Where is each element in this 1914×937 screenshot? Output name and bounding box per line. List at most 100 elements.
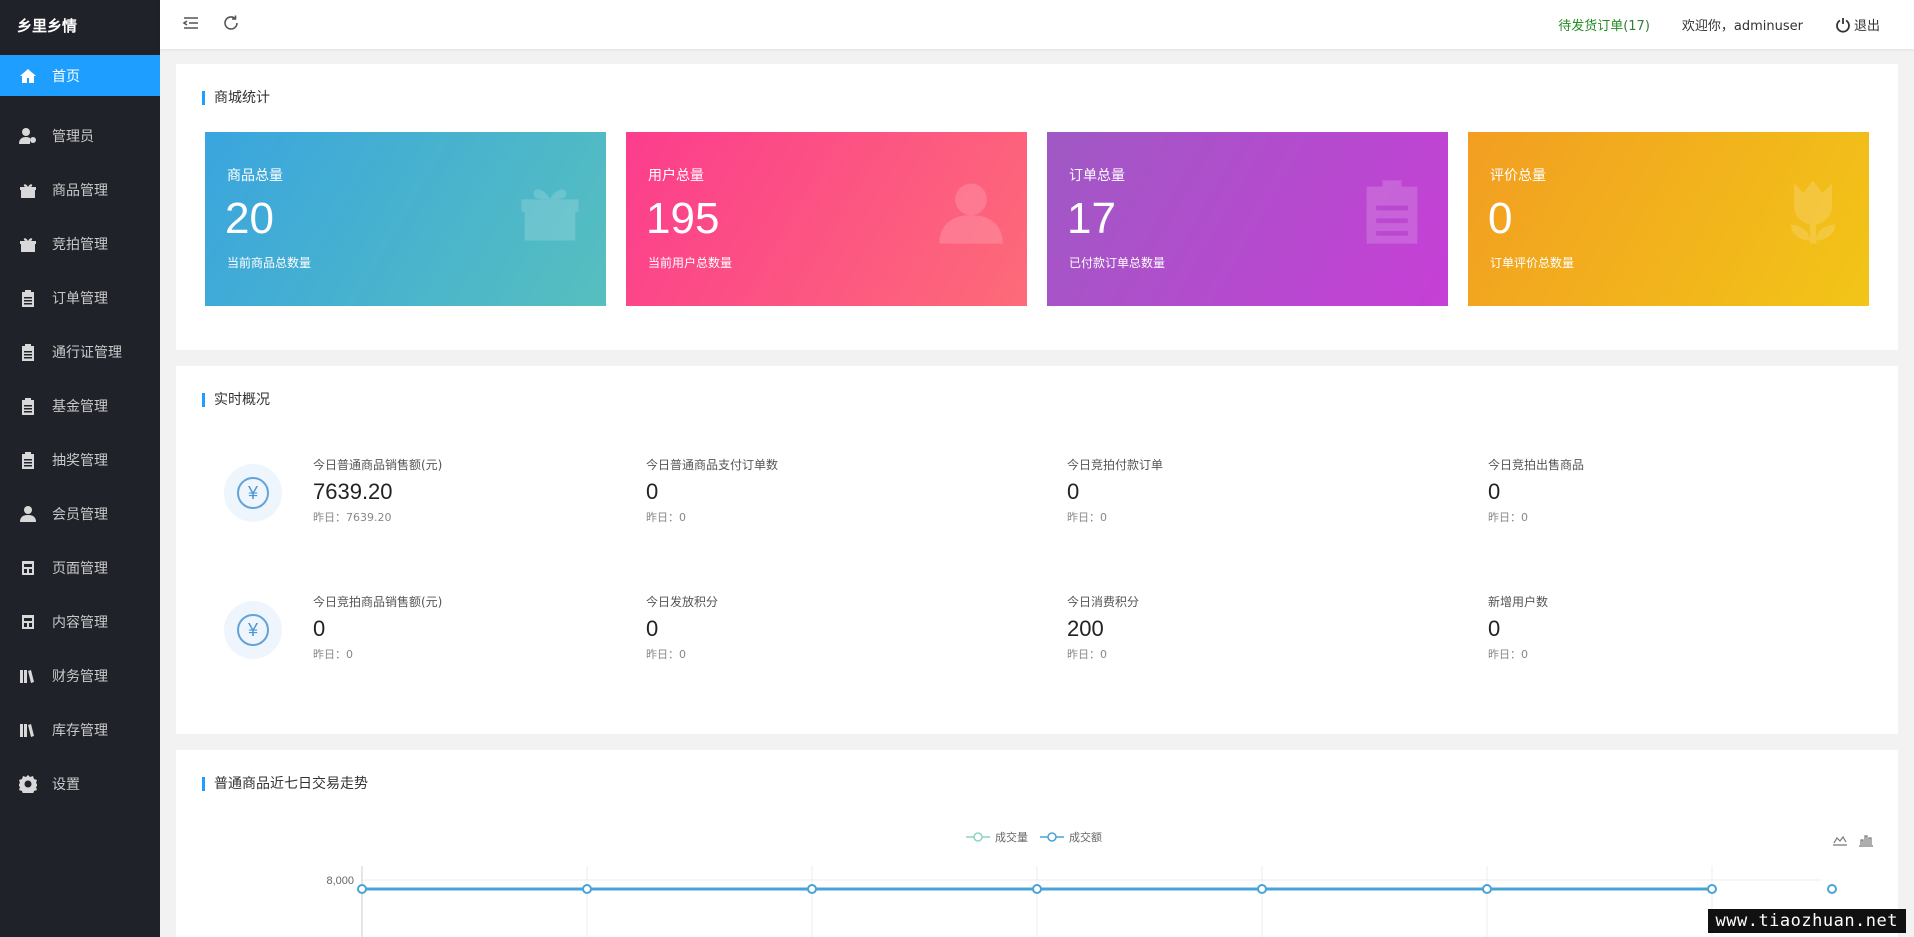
trend-panel: 普通商品近七日交易走势 成交量 成交额 8,000 <box>176 750 1898 937</box>
metric-auction-sold: 今日竞拍出售商品 0 昨日：0 <box>1488 456 1584 525</box>
data-point <box>1032 884 1042 895</box>
metric-label: 新增用户数 <box>1488 595 1549 609</box>
metric-yesterday: 昨日：0 <box>646 648 686 661</box>
data-point <box>582 884 592 895</box>
books-icon <box>18 721 38 739</box>
stat-card-products[interactable]: 商品总量 20 当前商品总数量 <box>205 132 606 306</box>
realtime-title: 实时概况 <box>202 393 270 407</box>
metric-label: 今日发放积分 <box>646 595 719 609</box>
stat-card-sub: 当前用户总数量 <box>648 256 733 270</box>
sidebar-item-11[interactable]: 财务管理 <box>0 649 160 703</box>
sidebar-item-8[interactable]: 会员管理 <box>0 487 160 541</box>
sidebar-item-4[interactable]: 订单管理 <box>0 271 160 325</box>
sidebar-item-10[interactable]: 内容管理 <box>0 595 160 649</box>
metric-auction-orders: 今日竞拍付款订单 0 昨日：0 <box>1067 456 1163 525</box>
gift-icon <box>512 174 588 250</box>
yen-symbol: ¥ <box>237 614 269 646</box>
tulip-icon <box>1775 174 1851 250</box>
sidebar-item-1[interactable]: 管理员 <box>0 109 160 163</box>
metric-yesterday: 昨日：0 <box>1488 511 1528 524</box>
stat-card-sub: 已付款订单总数量 <box>1069 256 1166 270</box>
metric-label: 今日消费积分 <box>1067 595 1140 609</box>
metric-label: 今日普通商品支付订单数 <box>646 458 779 472</box>
sidebar-item-label: 设置 <box>52 777 80 793</box>
sidebar-item-12[interactable]: 库存管理 <box>0 703 160 757</box>
sidebar-item-label: 基金管理 <box>52 399 108 415</box>
metric-label: 今日竞拍付款订单 <box>1067 458 1164 472</box>
metric-new-users: 新增用户数 0 昨日：0 <box>1488 593 1548 662</box>
metric-yesterday: 昨日：0 <box>313 648 353 661</box>
logout-label: 退出 <box>1853 19 1880 34</box>
collapse-sidebar-icon[interactable] <box>182 14 202 34</box>
home-icon <box>18 67 38 85</box>
sidebar-item-9[interactable]: 页面管理 <box>0 541 160 595</box>
stat-card-value: 0 <box>1488 194 1513 243</box>
sidebar-item-label: 管理员 <box>52 129 94 145</box>
sidebar-item-label: 订单管理 <box>52 291 108 307</box>
sidebar-item-label: 库存管理 <box>52 723 108 739</box>
clipboard-icon <box>18 451 38 469</box>
sidebar: 乡里乡情 首页管理员商品管理 竞拍管理订单管理通行证管理基金管理抽奖管理会员管理页… <box>0 0 160 937</box>
metric-value: 0 <box>646 616 659 641</box>
pending-orders-link[interactable]: 待发货订单(17) <box>1558 15 1650 34</box>
gift-icon <box>18 235 38 253</box>
metric-value: 0 <box>1488 479 1501 504</box>
stat-card-orders[interactable]: 订单总量 17 已付款订单总数量 <box>1047 132 1448 306</box>
metric-value: 0 <box>1067 479 1080 504</box>
stat-card-value: 195 <box>646 194 720 243</box>
sidebar-item-label: 通行证管理 <box>52 345 122 361</box>
clipboard-icon <box>18 397 38 415</box>
metric-label: 今日竞拍商品销售额(元) <box>313 595 443 609</box>
stat-card-value: 17 <box>1067 194 1116 243</box>
header-right: 待发货订单(17) 欢迎你，adminuser 退出 <box>1558 0 1880 49</box>
metric-points-issued: 今日发放积分 0 昨日：0 <box>646 593 718 662</box>
sidebar-item-6[interactable]: 基金管理 <box>0 379 160 433</box>
sidebar-item-7[interactable]: 抽奖管理 <box>0 433 160 487</box>
metric-yesterday: 昨日：0 <box>1067 511 1107 524</box>
yen-circle-icon: ¥ <box>224 601 282 659</box>
yen-circle-icon: ¥ <box>224 464 282 522</box>
stat-card-label: 商品总量 <box>227 168 283 184</box>
clipboard-icon <box>18 289 38 307</box>
logout-button[interactable]: 退出 <box>1835 15 1880 34</box>
layout-icon <box>18 559 38 577</box>
stat-card-label: 评价总量 <box>1490 168 1546 184</box>
sidebar-item-5[interactable]: 通行证管理 <box>0 325 160 379</box>
sidebar-item-label: 财务管理 <box>52 669 108 685</box>
user-icon <box>933 174 1009 250</box>
sidebar-item-label: 会员管理 <box>52 507 108 523</box>
pending-orders-count: (17) <box>1623 19 1650 34</box>
metric-label: 今日竞拍出售商品 <box>1488 458 1585 472</box>
stat-card-label: 订单总量 <box>1069 168 1125 184</box>
sidebar-item-label: 抽奖管理 <box>52 453 108 469</box>
metric-yesterday: 昨日：0 <box>1067 648 1107 661</box>
stat-card-users[interactable]: 用户总量 195 当前用户总数量 <box>626 132 1027 306</box>
data-point <box>1707 884 1717 895</box>
clipboard-icon <box>1354 174 1430 250</box>
gear-icon <box>18 775 38 793</box>
stat-card-reviews[interactable]: 评价总量 0 订单评价总数量 <box>1468 132 1869 306</box>
metric-yesterday: 昨日：0 <box>646 511 686 524</box>
realtime-panel: 实时概况 ¥ ¥ 今日普通商品销售额(元) 7639.20 昨日：7639.20… <box>176 366 1898 734</box>
metric-value: 7639.20 <box>313 479 393 504</box>
sidebar-item-2[interactable]: 商品管理 <box>0 163 160 217</box>
app-logo[interactable]: 乡里乡情 <box>0 0 160 55</box>
stat-card-label: 用户总量 <box>648 168 704 184</box>
trend-chart: 8,000 <box>326 866 1837 937</box>
metric-normal-orders: 今日普通商品支付订单数 0 昨日：0 <box>646 456 778 525</box>
sidebar-item-13[interactable]: 设置 <box>0 757 160 811</box>
sidebar-item-label: 页面管理 <box>52 561 108 577</box>
data-point <box>1482 884 1492 895</box>
sidebar-item-label: 首页 <box>52 68 80 85</box>
data-point <box>807 884 817 895</box>
metric-points-spent: 今日消费积分 200 昨日：0 <box>1067 593 1139 662</box>
refresh-icon[interactable] <box>222 14 242 34</box>
sidebar-item-3[interactable]: 竞拍管理 <box>0 217 160 271</box>
metric-value: 200 <box>1067 616 1104 641</box>
sidebar-item-label: 内容管理 <box>52 615 108 631</box>
stat-card-value: 20 <box>225 194 274 243</box>
sidebar-item-0[interactable]: 首页 <box>0 55 160 96</box>
stat-card-sub: 当前商品总数量 <box>227 256 312 270</box>
metric-yesterday: 昨日：0 <box>1488 648 1528 661</box>
metric-value: 0 <box>313 616 326 641</box>
